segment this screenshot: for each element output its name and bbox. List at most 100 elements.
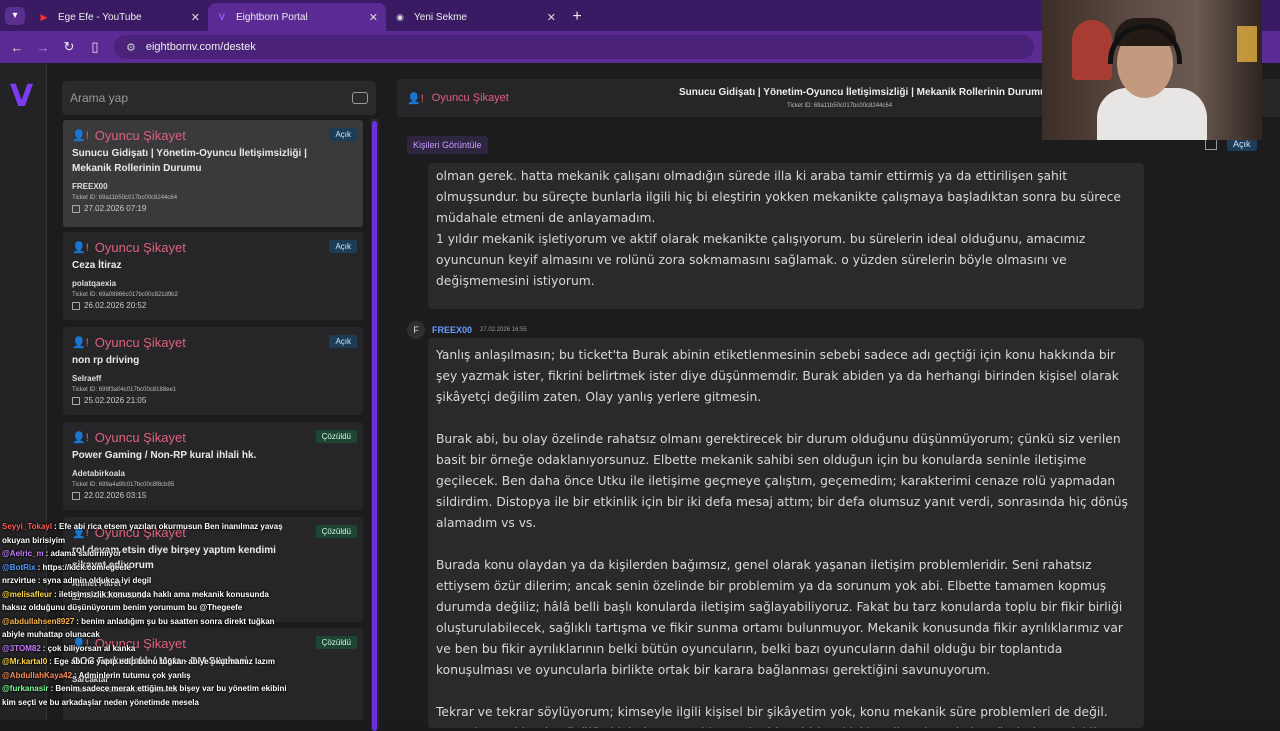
calendar-icon (72, 491, 80, 500)
user-alert-icon: 👤! (407, 92, 424, 105)
forward-icon[interactable]: → (30, 40, 56, 55)
author-name[interactable]: FREEX00 (432, 325, 472, 335)
chat-text: : https://kick.com/egeefe (37, 562, 131, 572)
ticket-type: 👤! Oyuncu Şikayet (72, 335, 355, 350)
ticket-date: 26.02.2026 20:52 (72, 301, 355, 310)
search-input[interactable] (70, 91, 352, 105)
ticket-date: 22.02.2026 03:15 (72, 491, 355, 500)
new-tab-button[interactable]: + (564, 3, 590, 31)
tab-youtube[interactable]: ▶ Ege Efe - YouTube ✕ (30, 3, 208, 31)
calendar-icon (72, 204, 80, 213)
chat-message: @furkanasir: Benim sadece merak ettiğim … (2, 682, 292, 709)
avatar: F (407, 321, 425, 339)
ticket-date-text: 22.02.2026 03:15 (84, 491, 147, 500)
ticket-date-text: 25.02.2026 21:05 (84, 396, 147, 405)
message-paragraph: Tekrar ve tekrar söylüyorum; kimseyle il… (436, 705, 1108, 728)
message-paragraph: Yanlış anlaşılmasın; bu ticket'ta Burak … (436, 348, 1123, 404)
ticket-user: FREEX00 (72, 182, 108, 191)
view-contacts-button[interactable]: Kişileri Görüntüle (407, 136, 488, 154)
chat-nick: @BotRix (2, 562, 36, 572)
ticket-date-text: 26.02.2026 20:52 (84, 301, 147, 310)
chat-message: @melisafleur: iletişimsizlik konusunda h… (2, 588, 292, 615)
address-bar[interactable]: ⚙ eightbornv.com/destek (114, 35, 1034, 59)
user-alert-icon: 👤! (72, 337, 89, 349)
tab-title: Eightborn Portal (236, 11, 308, 23)
chat-nick: @Mr.kartal0 (2, 657, 48, 666)
ticket-user: polatqaexia (72, 279, 117, 288)
chat-text: : Ege abi ne yapıp edip bunu tuğkan abiy… (49, 657, 275, 666)
filter-icon[interactable] (352, 92, 368, 104)
ticket-date: 27.02.2026 07:19 (72, 204, 355, 213)
ticket-type: 👤! Oyuncu Şikayet (72, 240, 355, 255)
close-icon[interactable]: ✕ (191, 11, 200, 24)
tab-title: Ege Efe - YouTube (58, 11, 142, 23)
chat-text: : çok biliyorsan al kanka (42, 643, 136, 653)
ticket-id: Ticket ID: 69a08866c017bc00c821d9b2 (72, 292, 178, 298)
chat-nick: @abdullahsen8927 (2, 616, 75, 626)
chat-message: @BotRix: https://kick.com/egeefe (2, 561, 292, 575)
tab-eightborn[interactable]: V Eightborn Portal ✕ (208, 3, 386, 31)
back-icon[interactable]: ← (4, 40, 30, 55)
ticket-subject: Power Gaming / Non-RP kural ihlali hk. (72, 450, 257, 461)
search-box (62, 81, 376, 115)
url-text: eightbornv.com/destek (145, 41, 256, 53)
ticket-detail: 👤! Oyuncu Şikayet Sunucu Gidişatı | Yönet… (397, 79, 1280, 728)
ticket-type-label: Oyuncu Şikayet (94, 335, 186, 350)
eightborn-icon: V (218, 12, 225, 22)
close-icon[interactable]: ✕ (547, 11, 556, 24)
message-bubble: Yanlış anlaşılmasın; bu ticket'ta Burak … (428, 338, 1144, 728)
tab-new[interactable]: ◉ Yeni Sekme ✕ (386, 3, 564, 31)
ticket-type-label: Oyuncu Şikayet (94, 240, 186, 255)
chat-nick: @Aelric_m (2, 549, 44, 558)
chat-message: Seyyi_Tokayl: Efe abi rica etsem yazılar… (2, 520, 292, 547)
ticket-subject: non rp driving (72, 355, 140, 366)
chrome-icon: ◉ (396, 11, 404, 22)
ticket-card[interactable]: 👤! Oyuncu Şikayet Ceza İtiraz polatqaexia… (63, 232, 363, 320)
tab-title: Yeni Sekme (414, 11, 467, 23)
chat-message: @Mr.kartal0: Ege abi ne yapıp edip bunu … (2, 655, 292, 669)
ticket-date-text: 27.02.2026 07:19 (84, 204, 147, 213)
calendar-icon (72, 396, 80, 405)
detail-subject: Sunucu Gidişatı | Yönetim-Oyuncu İletişi… (679, 87, 1047, 98)
user-alert-icon: 👤! (72, 130, 89, 142)
scrollbar-thumb[interactable] (372, 121, 377, 731)
site-info-icon[interactable]: ⚙ (126, 41, 136, 54)
status-badge: Çözüldü (315, 636, 357, 649)
ticket-subject: Ceza İtiraz (72, 260, 122, 271)
close-icon[interactable]: ✕ (369, 11, 378, 24)
chat-nick: @3TOM82 (2, 643, 41, 653)
chat-text: : syna admin oldukca iyi degil (37, 576, 152, 585)
ticket-subject: Sunucu Gidişatı | Yönetim-Oyuncu İletişi… (72, 148, 307, 174)
chat-nick: @furkanasir (2, 684, 49, 693)
message-paragraph: Burada konu olaydan ya da kişilerden bağ… (436, 558, 1127, 677)
tab-search-button[interactable]: ▾ (0, 0, 30, 31)
ticket-card[interactable]: 👤! Oyuncu Şikayet Power Gaming / Non-RP k… (63, 422, 363, 510)
eightborn-logo[interactable]: V (10, 82, 38, 112)
sidebar-toggle-icon[interactable]: ▯ (82, 39, 108, 55)
ticket-card[interactable]: 👤! Oyuncu Şikayet Sunucu Gidişatı | Yönet… (63, 120, 363, 227)
ticket-type-label: Oyuncu Şikayet (94, 128, 186, 143)
ticket-type-label: Oyuncu Şikayet (94, 430, 186, 445)
chat-text: : Adminlerin tutumu çok yanlış (74, 670, 191, 680)
chevron-down-icon: ▾ (5, 6, 25, 25)
chat-message: @3TOM82: çok biliyorsan al kanka (2, 642, 292, 656)
message-text: olman gerek. hatta mekanik çalışanı olma… (436, 169, 1121, 288)
reload-icon[interactable]: ↻ (56, 39, 82, 55)
message-time: 27.02.2026 16:55 (480, 327, 527, 333)
ticket-date: 25.02.2026 21:05 (72, 396, 355, 405)
webcam-overlay (1042, 0, 1262, 140)
user-alert-icon: 👤! (72, 432, 89, 444)
detail-ticket-id: Ticket ID: 69a11b50c017bc00c8244c64 (787, 103, 893, 109)
chat-nick: @AbdullahKaya42 (2, 670, 73, 680)
webcam-figure (1072, 20, 1112, 80)
user-alert-icon: 👤! (72, 242, 89, 254)
chat-message: @abdullahsen8927: benim anladığım şu bu … (2, 615, 292, 642)
chat-nick: nrzvirtue (2, 576, 36, 585)
stream-chat-overlay: Seyyi_Tokayl: Efe abi rica etsem yazılar… (2, 520, 292, 709)
ticket-card[interactable]: 👤! Oyuncu Şikayet non rp driving Selraeff… (63, 327, 363, 415)
detail-type: 👤! Oyuncu Şikayet (407, 92, 509, 105)
chat-message: @AbdullahKaya42: Adminlerin tutumu çok y… (2, 669, 292, 683)
chat-text: : adama saldırmıyor (45, 549, 122, 558)
ticket-user: Selraeff (72, 374, 102, 383)
ticket-type: 👤! Oyuncu Şikayet (72, 128, 355, 143)
